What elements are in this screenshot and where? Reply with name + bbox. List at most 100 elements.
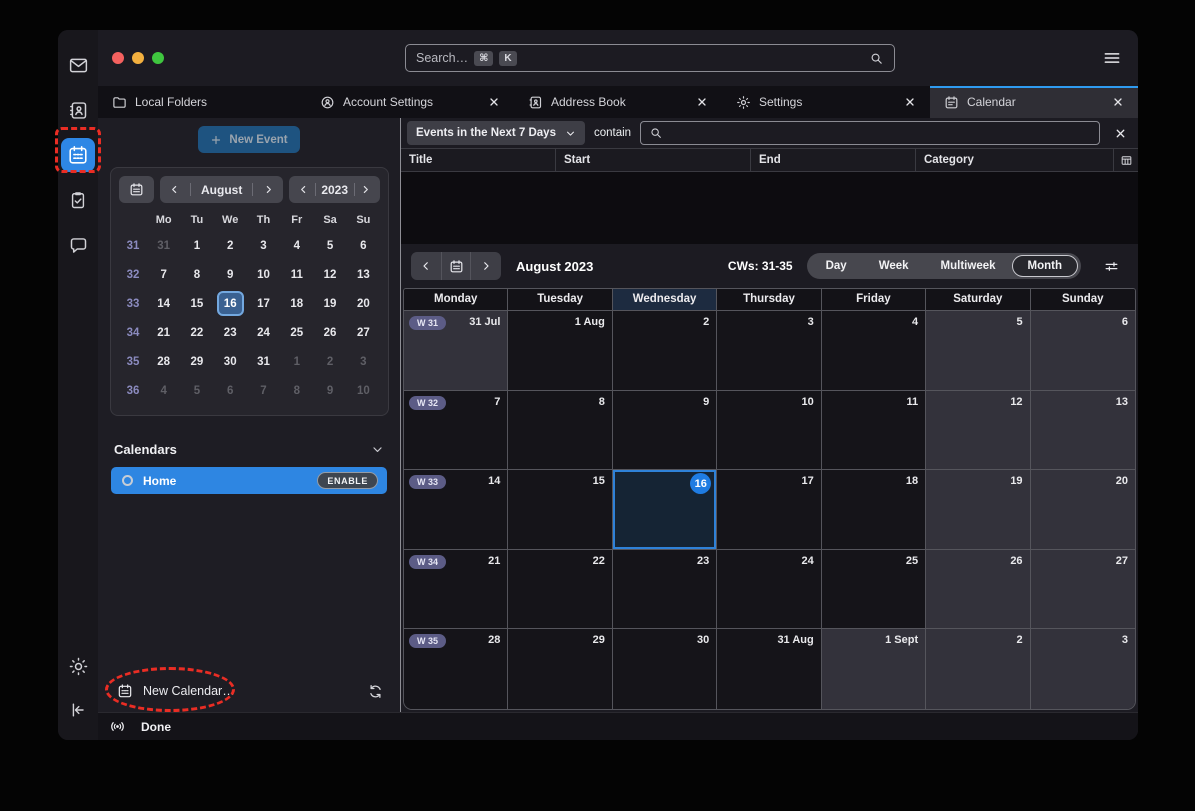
mini-calendar-day[interactable]: 2	[313, 347, 346, 376]
sidebar-item-mail[interactable]	[61, 48, 95, 82]
mini-calendar-day[interactable]: 10	[247, 260, 280, 289]
month-day-cell[interactable]: W 3314	[404, 470, 508, 550]
mini-calendar-day[interactable]: 9	[214, 260, 247, 289]
event-list-empty[interactable]	[401, 172, 1138, 244]
mini-calendar-day[interactable]: 22	[180, 318, 213, 347]
month-day-cell[interactable]: 17	[717, 470, 821, 550]
mini-calendar-day[interactable]: 11	[280, 260, 313, 289]
event-filter-dropdown[interactable]: Events in the Next 7 Days	[407, 121, 585, 145]
mini-calendar-day[interactable]: 2	[214, 231, 247, 260]
mini-calendar-day[interactable]: 6	[214, 376, 247, 405]
month-day-cell[interactable]: 11	[822, 391, 926, 471]
mini-calendar-day[interactable]: 3	[347, 347, 380, 376]
mini-calendar-today-button[interactable]	[119, 176, 154, 203]
mini-calendar-day[interactable]: 13	[347, 260, 380, 289]
previous-period-button[interactable]	[411, 252, 441, 280]
mini-calendar-day[interactable]: 15	[180, 289, 213, 318]
mini-calendar-day[interactable]: 6	[347, 231, 380, 260]
mini-calendar-day[interactable]: 31	[147, 231, 180, 260]
today-button[interactable]	[441, 252, 471, 280]
previous-month-icon[interactable]	[169, 184, 180, 195]
mini-calendar-day[interactable]: 9	[313, 376, 346, 405]
calendars-heading-row[interactable]: Calendars	[111, 438, 387, 467]
month-day-cell[interactable]: W 327	[404, 391, 508, 471]
month-day-cell[interactable]: 2	[926, 629, 1030, 709]
mini-calendar-day[interactable]: 29	[180, 347, 213, 376]
next-year-icon[interactable]	[360, 184, 371, 195]
month-day-cell[interactable]: W 3528	[404, 629, 508, 709]
mini-calendar-day[interactable]: 28	[147, 347, 180, 376]
tab-account-settings[interactable]: Account Settings	[306, 86, 514, 118]
zoom-window-button[interactable]	[152, 52, 164, 64]
month-day-cell[interactable]: 13	[1031, 391, 1135, 471]
calendar-list-item-home[interactable]: Home ENABLE	[111, 467, 387, 494]
mini-calendar-day[interactable]: 26	[313, 318, 346, 347]
mini-calendar-day[interactable]: 30	[214, 347, 247, 376]
tab-settings[interactable]: Settings	[722, 86, 930, 118]
event-table-column-category[interactable]: Category	[916, 149, 1114, 171]
enable-badge[interactable]: ENABLE	[317, 472, 378, 489]
view-button-multiweek[interactable]: Multiweek	[925, 255, 1012, 277]
month-day-cell[interactable]: 20	[1031, 470, 1135, 550]
sync-icon[interactable]	[367, 683, 384, 700]
previous-year-icon[interactable]	[298, 184, 309, 195]
month-day-cell[interactable]: 10	[717, 391, 821, 471]
new-calendar-button[interactable]: New Calendar…	[143, 684, 235, 698]
mini-calendar-day[interactable]: 16	[214, 289, 247, 318]
close-tab-icon[interactable]	[904, 96, 916, 108]
event-table-column-title[interactable]: Title	[401, 149, 556, 171]
mini-calendar-day[interactable]: 5	[180, 376, 213, 405]
month-day-cell[interactable]: 22	[508, 550, 612, 630]
view-button-month[interactable]: Month	[1012, 255, 1078, 277]
mini-calendar-day[interactable]: 20	[347, 289, 380, 318]
mini-calendar-day[interactable]: 4	[147, 376, 180, 405]
mini-calendar-day[interactable]: 25	[280, 318, 313, 347]
month-day-cell[interactable]: 15	[508, 470, 612, 550]
month-day-cell[interactable]: 16	[613, 470, 717, 550]
mini-calendar-day[interactable]: 5	[313, 231, 346, 260]
month-day-cell[interactable]: 29	[508, 629, 612, 709]
close-tab-icon[interactable]	[696, 96, 708, 108]
month-day-cell[interactable]: 4	[822, 311, 926, 391]
mini-calendar-day[interactable]: 17	[247, 289, 280, 318]
mini-calendar-day[interactable]: 18	[280, 289, 313, 318]
close-window-button[interactable]	[112, 52, 124, 64]
month-day-cell[interactable]: 3	[717, 311, 821, 391]
close-tab-icon[interactable]	[1112, 96, 1124, 108]
next-period-button[interactable]	[471, 252, 501, 280]
mini-calendar-day[interactable]: 4	[280, 231, 313, 260]
app-menu-button[interactable]	[1102, 48, 1122, 68]
month-day-cell[interactable]: W 3421	[404, 550, 508, 630]
mini-calendar-day[interactable]: 1	[280, 347, 313, 376]
calendar-layout-options-icon[interactable]	[1103, 258, 1120, 275]
column-picker-button[interactable]	[1114, 149, 1138, 171]
month-day-cell[interactable]: 31 Aug	[717, 629, 821, 709]
month-day-cell[interactable]: 18	[822, 470, 926, 550]
filter-search-box[interactable]	[640, 121, 1100, 145]
month-day-cell[interactable]: 26	[926, 550, 1030, 630]
next-month-icon[interactable]	[263, 184, 274, 195]
mini-calendar-day[interactable]: 27	[347, 318, 380, 347]
month-day-cell[interactable]: 12	[926, 391, 1030, 471]
event-table-column-end[interactable]: End	[751, 149, 916, 171]
mini-calendar-day[interactable]: 10	[347, 376, 380, 405]
month-day-cell[interactable]: W 3131 Jul	[404, 311, 508, 391]
sidebar-item-settings[interactable]	[61, 649, 95, 683]
month-day-cell[interactable]: 5	[926, 311, 1030, 391]
mini-calendar-day[interactable]: 7	[147, 260, 180, 289]
mini-calendar-day[interactable]: 12	[313, 260, 346, 289]
close-tab-icon[interactable]	[488, 96, 500, 108]
mini-calendar-day[interactable]: 23	[214, 318, 247, 347]
sidebar-item-calendar[interactable]	[61, 138, 95, 172]
month-day-cell[interactable]: 19	[926, 470, 1030, 550]
tab-address-book[interactable]: Address Book	[514, 86, 722, 118]
mini-calendar-day[interactable]: 24	[247, 318, 280, 347]
mini-calendar-day[interactable]: 14	[147, 289, 180, 318]
month-day-cell[interactable]: 2	[613, 311, 717, 391]
month-day-cell[interactable]: 23	[613, 550, 717, 630]
month-day-cell[interactable]: 3	[1031, 629, 1135, 709]
mini-calendar-day[interactable]: 7	[247, 376, 280, 405]
month-day-cell[interactable]: 1 Aug	[508, 311, 612, 391]
sidebar-item-address-book[interactable]	[61, 93, 95, 127]
month-day-cell[interactable]: 6	[1031, 311, 1135, 391]
